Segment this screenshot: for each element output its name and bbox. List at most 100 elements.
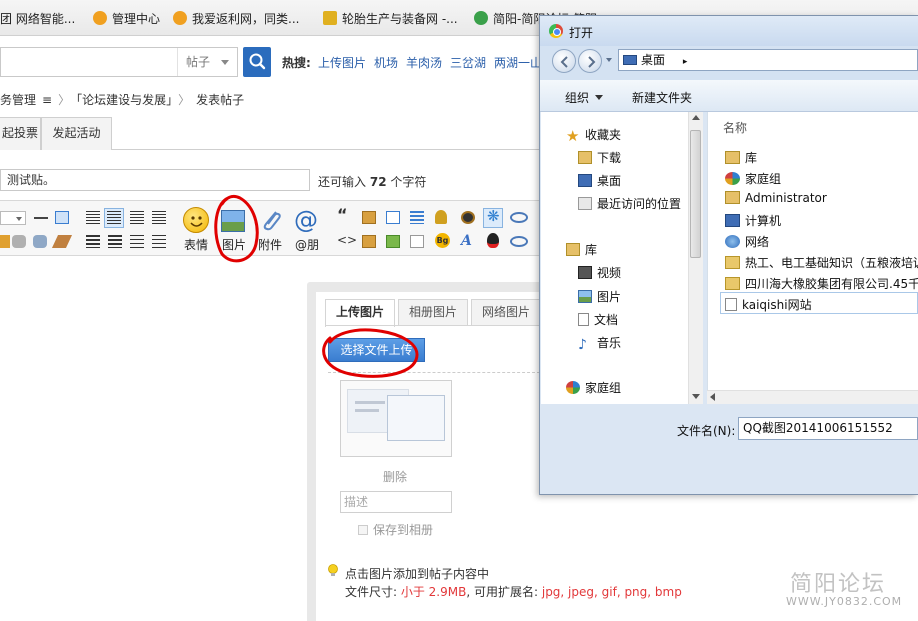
nav-music[interactable]: ♪ 音乐 (578, 334, 621, 352)
nav-desktop[interactable]: 桌面 (578, 172, 621, 189)
uploaded-thumbnail[interactable] (340, 380, 452, 457)
subject-input[interactable]: 测试贴。 (0, 169, 310, 191)
hot-search-link[interactable]: 三岔湖 (450, 54, 486, 71)
save-to-album-checkbox[interactable] (358, 525, 368, 535)
history-dropdown-icon[interactable] (606, 58, 612, 62)
organize-menu[interactable]: 组织 (565, 89, 604, 106)
nav-homegroup[interactable]: 家庭组 (566, 379, 621, 396)
tab-activity[interactable]: 发起活动 (41, 117, 112, 150)
free-icon[interactable] (386, 235, 400, 248)
file-row[interactable]: 库 (725, 149, 757, 166)
list-tool-icon[interactable] (410, 211, 424, 224)
disc-icon[interactable] (461, 211, 475, 224)
menu-icon[interactable]: ≡ (42, 93, 52, 107)
paperclip-icon[interactable] (258, 207, 284, 233)
nav-pictures[interactable]: 图片 (578, 288, 621, 305)
file-row[interactable]: 计算机 (725, 212, 781, 229)
color-icon[interactable] (0, 235, 10, 248)
nav-scrollbar-thumb[interactable] (690, 130, 701, 258)
quote-icon[interactable]: “ (337, 207, 351, 223)
tab-upload-image[interactable]: 上传图片 (325, 299, 395, 327)
image-button-label[interactable]: 图片 (222, 236, 246, 253)
attachment-button-label[interactable]: 附件 (258, 236, 282, 253)
search-button[interactable] (243, 47, 271, 77)
save-to-album-option[interactable]: 保存到相册 (358, 521, 433, 538)
bookmark-item[interactable]: 轮胎生产与装备网 -... (323, 11, 458, 27)
watermark-url: WWW.JY0832.COM (786, 595, 903, 608)
char-hint-prefix: 还可输入 (318, 175, 367, 189)
unlink-icon[interactable] (33, 235, 47, 248)
file-row[interactable]: kaiqishi网站 (725, 296, 812, 313)
description-input[interactable]: 描述 (340, 491, 452, 513)
unordered-list-icon[interactable] (152, 235, 166, 248)
nav-videos[interactable]: 视频 (578, 264, 621, 281)
align-justify-icon[interactable] (130, 211, 144, 224)
filename-input[interactable]: QQ截图20141006151552 (738, 417, 918, 440)
nav-downloads[interactable]: 下载 (578, 149, 621, 166)
forward-button[interactable] (578, 49, 602, 73)
ordered-list-icon[interactable] (130, 235, 144, 248)
bookmark-label: 团 网络智能... (0, 12, 76, 26)
code-icon[interactable]: <> (337, 234, 357, 247)
lock-icon[interactable] (362, 211, 376, 224)
key-icon[interactable] (435, 210, 447, 224)
font-icon[interactable]: A (461, 234, 475, 248)
nav-documents[interactable]: 文档 (578, 311, 618, 328)
hot-search-link[interactable]: 机场 (374, 54, 398, 71)
image-icon[interactable] (221, 210, 245, 232)
file-row[interactable]: 热工、电工基础知识（五粮液培训 (725, 254, 918, 271)
hot-search-link[interactable]: 两湖一山 (494, 54, 542, 71)
hot-search-link[interactable]: 羊肉汤 (406, 54, 442, 71)
background-icon[interactable]: Bg (435, 233, 450, 248)
at-icon[interactable]: @ (293, 207, 319, 233)
smiley-icon[interactable] (183, 207, 209, 233)
navigation-pane (541, 112, 702, 404)
font-size-select[interactable] (0, 211, 26, 225)
align-right-icon[interactable] (152, 211, 166, 224)
nav-libraries[interactable]: 库 (566, 241, 597, 258)
hot-search-link[interactable]: 上传图片 (318, 54, 366, 71)
float-right-icon[interactable] (108, 235, 122, 248)
file-row[interactable]: 网络 (725, 233, 769, 250)
breadcrumb-item[interactable]: 「论坛建设与发展」 (76, 93, 172, 107)
choose-file-button[interactable]: 选择文件上传 (328, 338, 425, 362)
bookmark-item[interactable]: 我爱返利网，同类... (173, 11, 299, 27)
link-icon[interactable] (12, 235, 26, 248)
column-header-name[interactable]: 名称 (723, 119, 747, 136)
nav-recent[interactable]: 最近访问的位置 (578, 195, 681, 212)
horizontal-rule-icon[interactable] (34, 217, 48, 219)
file-row[interactable]: 家庭组 (725, 170, 781, 187)
search-input[interactable] (1, 48, 175, 76)
align-left-icon[interactable] (86, 211, 100, 224)
tab-album-image[interactable]: 相册图片 (398, 299, 468, 326)
address-bar[interactable]: 桌面 ▸ (618, 49, 918, 71)
breadcrumb-item[interactable]: 务管理 (0, 93, 36, 107)
file-row[interactable]: 四川海大橡胶集团有限公司.45千 (725, 275, 918, 292)
float-left-icon[interactable] (86, 235, 100, 248)
new-folder-button[interactable]: 新建文件夹 (632, 89, 692, 106)
media-icon[interactable] (510, 236, 528, 247)
search-type-select[interactable]: 帖子 (177, 48, 237, 76)
bookmark-item[interactable]: 团 网络智能... (0, 11, 75, 27)
flash-icon[interactable] (510, 212, 528, 223)
scroll-up-icon[interactable] (692, 115, 700, 120)
watermark-logo: 简阳论坛 (790, 572, 887, 597)
hide-icon[interactable] (362, 235, 376, 248)
back-button[interactable] (552, 49, 576, 73)
tab-web-image[interactable]: 网络图片 (471, 299, 541, 326)
tab-poll[interactable]: 起投票 (0, 117, 41, 150)
file-pane-hscrollbar[interactable] (707, 390, 918, 404)
bookmark-item[interactable]: 管理中心 (93, 11, 160, 27)
scroll-left-icon[interactable] (710, 393, 715, 401)
page-icon[interactable] (386, 211, 400, 224)
address-arrow-icon[interactable]: ▸ (683, 57, 688, 67)
file-row[interactable]: Administrator (725, 191, 827, 205)
nav-favorites[interactable]: ★ 收藏夹 (566, 126, 621, 144)
index-icon[interactable] (410, 235, 424, 248)
mention-button-label[interactable]: @朋 (295, 236, 319, 253)
scroll-down-icon[interactable] (692, 394, 700, 399)
emoji-button-label[interactable]: 表情 (184, 236, 208, 253)
table-icon[interactable] (55, 211, 69, 224)
delete-link[interactable]: 删除 (383, 468, 407, 485)
qq-penguin-icon[interactable] (487, 233, 499, 248)
